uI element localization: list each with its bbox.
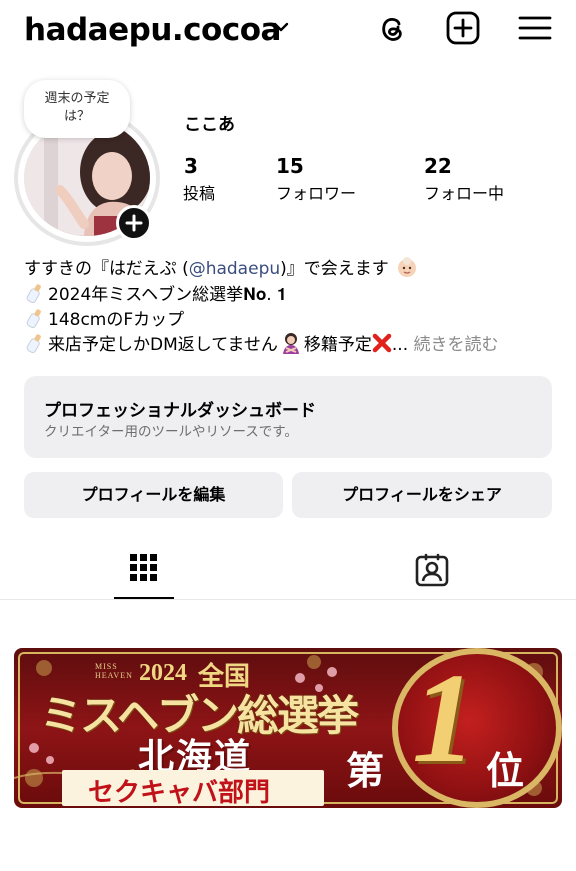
display-name: ここあ [184, 115, 235, 135]
mention-link[interactable]: @hadaepu [189, 259, 280, 279]
plus-icon [125, 214, 143, 232]
bio-line-4: 来店予定しかDM返してません 移籍予定 ... 続きを読む [24, 331, 499, 358]
bio-line-1: すすきの『はだえぷ (@hadaepu)』で会えます [24, 256, 418, 282]
following-count[interactable]: 22 [424, 154, 452, 178]
baby-emoji-icon [398, 257, 417, 277]
tab-divider [0, 599, 576, 600]
note-text: 週末の予定は？ [44, 91, 110, 124]
active-tab-indicator [114, 597, 174, 599]
grid-icon[interactable] [129, 553, 159, 583]
followers-count[interactable]: 15 [276, 154, 304, 178]
chevron-down-icon[interactable] [272, 18, 290, 36]
banner-miss-heaven: MISS HEAVEN [95, 662, 133, 680]
edit-profile-button[interactable]: プロフィールを編集 [24, 472, 283, 518]
bio-line-3: 148cmのFカップ [24, 306, 184, 333]
read-more-link[interactable]: 続きを読む [414, 335, 499, 355]
bio-line-2: 2024年ミスヘブン総選挙𝐍𝐨. 𝟏 [24, 281, 287, 308]
person-crossing-arms-emoji-icon [282, 333, 299, 354]
banner-dai: 第 [346, 751, 385, 793]
note-bubble[interactable]: 週末の予定は？ [24, 80, 130, 138]
cross-mark-icon [372, 333, 392, 353]
share-profile-button[interactable]: プロフィールをシェア [292, 472, 552, 518]
banner-i: 位 [486, 751, 525, 793]
menu-icon[interactable] [517, 10, 553, 46]
threads-icon[interactable] [374, 10, 410, 46]
banner-category: セクキャバ部門 [88, 778, 271, 808]
followers-label[interactable]: フォロワー [276, 180, 356, 204]
tagged-icon[interactable] [415, 553, 449, 587]
banner-rank-number: 1 [412, 647, 476, 789]
following-label[interactable]: フォロー中 [424, 180, 504, 204]
posts-count[interactable]: 3 [184, 154, 198, 178]
baby-bottle-icon [26, 334, 41, 353]
create-post-icon[interactable] [445, 10, 481, 46]
username-title[interactable]: hadaepu.cocoa [24, 8, 281, 52]
dashboard-subtitle: クリエイター用のツールやリソースです。 [44, 424, 298, 440]
baby-bottle-icon [26, 284, 41, 303]
dashboard-title: プロフェッショナルダッシュボード [44, 401, 316, 421]
baby-bottle-icon [26, 309, 41, 328]
posts-label[interactable]: 投稿 [183, 180, 215, 204]
add-story-button[interactable] [116, 205, 152, 241]
